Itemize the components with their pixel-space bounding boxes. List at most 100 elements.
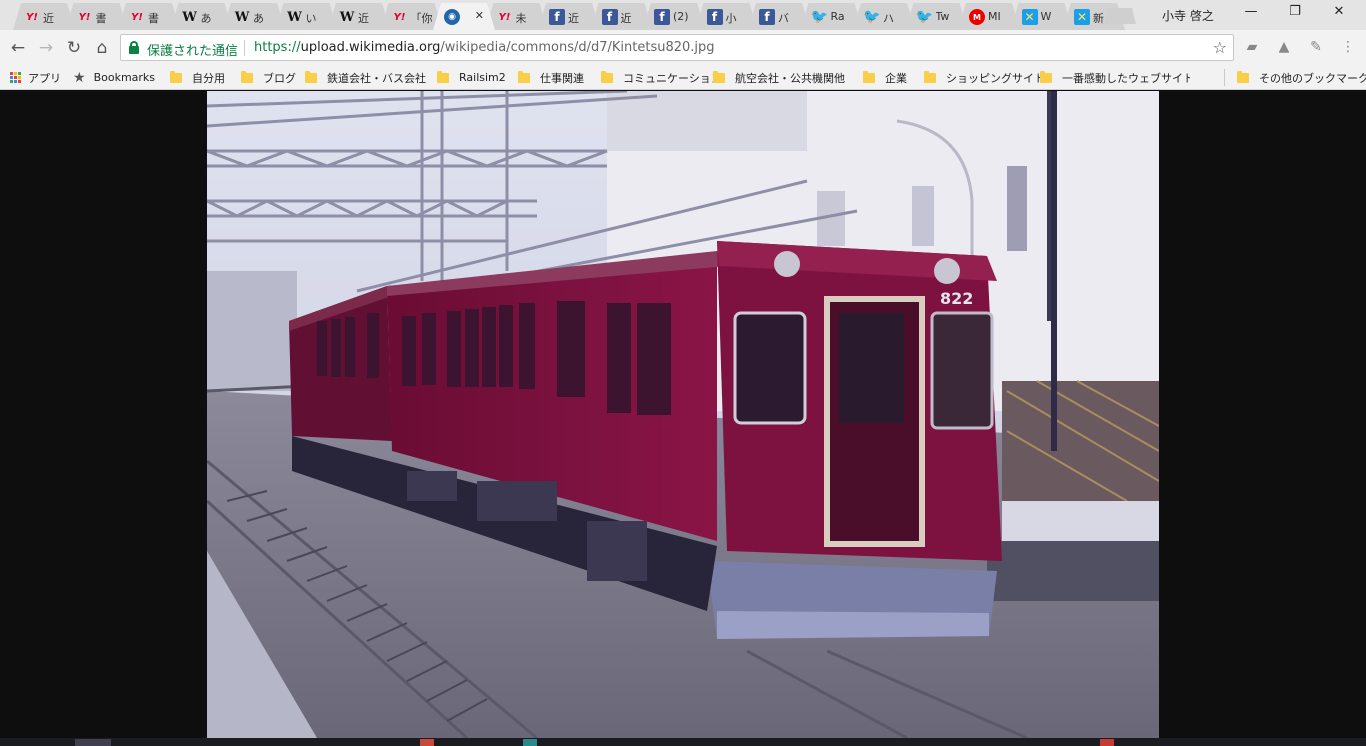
- tab[interactable]: Y! 書: [118, 3, 180, 30]
- extension-drive-icon[interactable]: ▲: [1274, 37, 1294, 57]
- tab[interactable]: 🐦 Ra: [800, 3, 863, 30]
- os-taskbar: [0, 738, 1366, 746]
- bookmarks-star-icon: ★: [73, 69, 86, 86]
- star-app-icon: ✕: [1074, 9, 1090, 25]
- restore-button[interactable]: ❐: [1272, 4, 1318, 24]
- tab-active[interactable]: ◉ ✕: [433, 3, 495, 30]
- tab[interactable]: Wい: [275, 3, 338, 30]
- facebook-icon: f: [654, 9, 670, 25]
- bookmark-label: アプリ: [28, 71, 61, 85]
- tab-title: 小: [725, 12, 737, 25]
- tab[interactable]: Y! 「你: [380, 3, 443, 30]
- bookmark-folder[interactable]: 航空会社・公共機関他: [713, 69, 845, 86]
- tab-title: 近: [568, 12, 579, 25]
- bookmark-label: Bookmarks: [93, 71, 156, 84]
- lock-icon[interactable]: [129, 41, 139, 54]
- tab[interactable]: W近: [328, 3, 390, 30]
- forward-button[interactable]: →: [35, 37, 57, 59]
- url-path: /wikipedia/commons/d/d7/Kintetsu820.jpg: [440, 40, 715, 55]
- back-button[interactable]: ←: [7, 37, 29, 59]
- bookmark-folder[interactable]: 自分用: [170, 69, 225, 86]
- bookmark-label: コミュニケーション: [623, 71, 722, 85]
- address-bar[interactable]: 保護された通信 https://upload.wikimedia.org/wik…: [120, 34, 1234, 61]
- tab-title: あ: [253, 12, 264, 25]
- bookmark-star[interactable]: ★ Bookmarks: [73, 69, 155, 86]
- tab[interactable]: f近: [538, 3, 600, 30]
- tab[interactable]: f小: [695, 3, 758, 30]
- page-viewport: 822: [0, 91, 1366, 746]
- tab-title: 近: [358, 12, 369, 25]
- new-tab-button[interactable]: [1104, 8, 1136, 24]
- tab[interactable]: Wあ: [170, 3, 233, 30]
- taskbar-app-icon[interactable]: [420, 739, 434, 746]
- extension-pen-icon[interactable]: ✎: [1306, 37, 1326, 57]
- bookmark-folder[interactable]: 仕事関連: [518, 69, 584, 86]
- minimize-button[interactable]: —: [1228, 4, 1274, 24]
- bookmark-label: Railsim2: [459, 71, 506, 84]
- tab-close-icon[interactable]: ✕: [475, 9, 484, 22]
- tab-title: W: [1040, 10, 1052, 23]
- url-host: upload.wikimedia.org: [300, 40, 441, 55]
- apps-grid-icon: [10, 72, 21, 83]
- profile-name[interactable]: 小寺 啓之: [1162, 7, 1214, 24]
- wikipedia-icon: W: [339, 9, 355, 25]
- tab[interactable]: Y! 近: [13, 3, 75, 30]
- taskbar-app-icon[interactable]: [523, 739, 537, 746]
- tab[interactable]: f近: [590, 3, 653, 30]
- secure-connection-label[interactable]: 保護された通信: [147, 40, 238, 59]
- tab[interactable]: 🐦 ハ: [853, 3, 915, 30]
- bookmark-apps[interactable]: アプリ: [10, 69, 61, 86]
- bookmark-folder[interactable]: コミュニケーション: [601, 69, 722, 86]
- tab-title: 未: [515, 12, 527, 25]
- folder-icon: [305, 70, 317, 83]
- tab[interactable]: f (2): [643, 3, 705, 30]
- bookmark-folder[interactable]: Railsim2: [437, 69, 506, 86]
- menu-kebab-icon[interactable]: ⋮: [1338, 37, 1358, 57]
- bookmark-folder[interactable]: 一番感動したウェブサイト: [1040, 69, 1190, 86]
- taskbar-app-icon[interactable]: [1100, 739, 1114, 746]
- tab[interactable]: Y! 書: [65, 3, 128, 30]
- train-photo-drawing: 822: [207, 91, 1159, 738]
- address-separator: [244, 40, 245, 56]
- bookmark-folder[interactable]: ショッピングサイト: [924, 69, 1045, 86]
- close-window-button[interactable]: ✕: [1316, 4, 1362, 24]
- url-text[interactable]: https://upload.wikimedia.org/wikipedia/c…: [254, 40, 715, 55]
- train-photo[interactable]: 822: [207, 91, 1159, 738]
- tab-title: ハ: [883, 12, 894, 25]
- tab-title: 書: [95, 12, 107, 25]
- bookmark-label: 仕事関連: [540, 71, 584, 85]
- wikipedia-icon: W: [234, 9, 250, 25]
- star-app-icon: ✕: [1021, 9, 1038, 25]
- extension-chat-icon[interactable]: ▰: [1242, 37, 1262, 57]
- tab-title: (2): [673, 10, 689, 23]
- tab-title: バ: [778, 12, 789, 25]
- bookmark-label: 一番感動したウェブサイト: [1062, 71, 1190, 85]
- bookmark-star-icon[interactable]: ☆: [1213, 38, 1227, 57]
- home-button[interactable]: ⌂: [91, 37, 113, 59]
- tab[interactable]: Y! 未: [485, 3, 548, 30]
- bookmark-folder[interactable]: 企業: [863, 69, 907, 86]
- folder-icon: [1040, 70, 1052, 83]
- wikimedia-icon: ◉: [444, 9, 460, 25]
- bookmark-folder[interactable]: ブログ: [241, 69, 296, 86]
- bookmark-label: ショッピングサイト: [946, 71, 1045, 85]
- tab[interactable]: ✕ W: [1010, 3, 1073, 30]
- bookmark-folder[interactable]: 鉄道会社・バス会社: [305, 69, 426, 86]
- tab-title: 近: [620, 12, 632, 25]
- bookmarks-divider: [1224, 69, 1225, 86]
- tab-title: Ra: [830, 10, 845, 23]
- bookmark-folder[interactable]: その他のブックマーク: [1237, 69, 1366, 86]
- tab[interactable]: M MI: [958, 3, 1020, 30]
- tab[interactable]: 🐦 Tw: [905, 3, 968, 30]
- tab[interactable]: Wあ: [223, 3, 285, 30]
- tab-title: 「你: [410, 12, 433, 25]
- tab[interactable]: fバ: [748, 3, 810, 30]
- taskbar-start-item[interactable]: [75, 739, 111, 746]
- yahoo-icon: Y!: [498, 11, 511, 23]
- reload-button[interactable]: ↻: [63, 37, 85, 59]
- tab-title: 書: [148, 12, 159, 25]
- folder-icon: [241, 70, 253, 83]
- twitter-icon: 🐦: [863, 9, 881, 25]
- yahoo-icon: Y!: [393, 11, 406, 23]
- yahoo-icon: Y!: [26, 11, 38, 23]
